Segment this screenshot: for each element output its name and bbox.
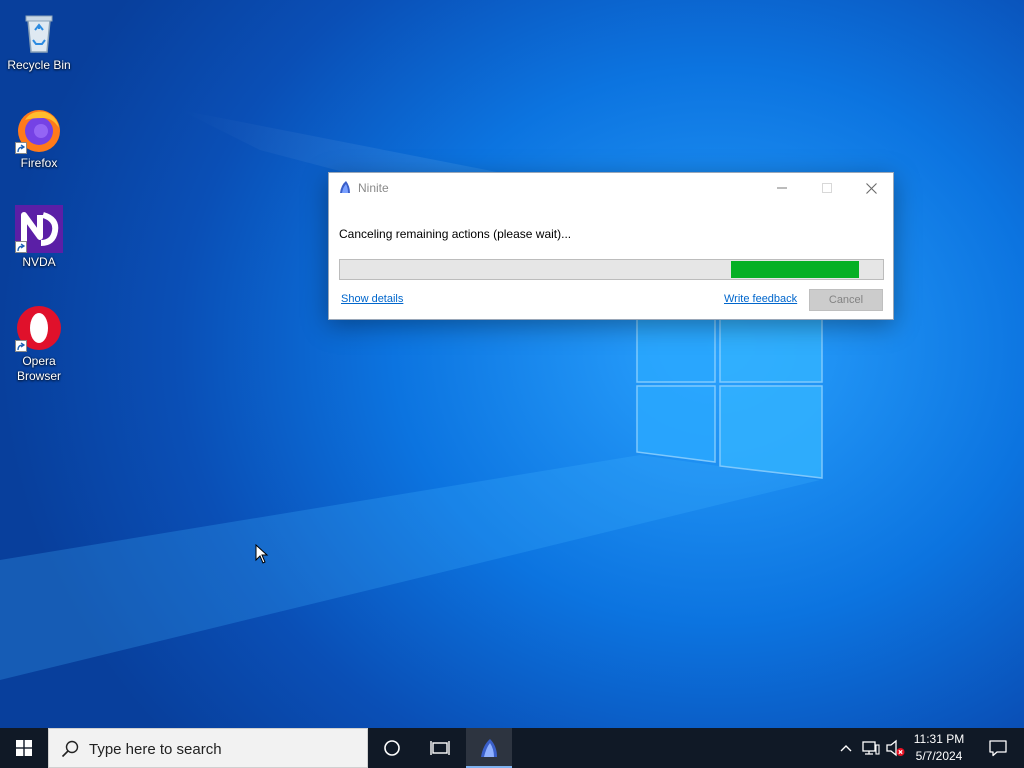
status-message: Canceling remaining actions (please wait…	[339, 227, 572, 241]
recycle-bin-icon	[15, 8, 63, 56]
search-placeholder: Type here to search	[89, 741, 222, 758]
firefox-icon	[15, 106, 63, 154]
ninite-taskbar-icon	[481, 739, 497, 757]
opera-icon	[15, 304, 63, 352]
chevron-up-icon	[840, 745, 852, 752]
desktop-icon-recycle-bin[interactable]: Recycle Bin	[4, 8, 74, 73]
ninite-window: Ninite Canceling remaining actions (plea…	[328, 172, 894, 320]
write-feedback-link[interactable]: Write feedback	[724, 293, 797, 305]
show-details-link[interactable]: Show details	[341, 293, 403, 305]
desktop-icon-label: Firefox	[20, 156, 58, 170]
notification-icon	[989, 740, 1007, 757]
cortana-circle-icon	[384, 740, 400, 756]
maximize-button[interactable]	[804, 173, 849, 203]
desktop-icon-firefox[interactable]: Firefox	[4, 106, 74, 171]
minimize-button[interactable]	[759, 173, 804, 203]
desktop-icon-label: NVDA	[22, 255, 56, 269]
cortana-button[interactable]	[368, 728, 416, 768]
taskbar-search-box[interactable]: Type here to search	[48, 728, 368, 768]
windows-start-icon	[16, 740, 32, 756]
wallpaper-light-beams	[0, 110, 823, 680]
taskbar-ninite-app[interactable]	[466, 728, 512, 768]
close-icon	[866, 182, 877, 194]
desktop-icon-label: Recycle Bin	[7, 58, 71, 72]
mouse-cursor-icon	[255, 544, 269, 564]
network-icon	[862, 741, 880, 755]
show-hidden-icons-button[interactable]	[836, 728, 856, 768]
clock-time: 11:31 PM	[913, 732, 965, 746]
minimize-icon	[776, 187, 787, 189]
ninite-app-icon	[338, 180, 352, 199]
desktop-icon-nvda[interactable]: NVDA	[4, 205, 74, 270]
network-tray-button[interactable]	[860, 728, 882, 768]
windows-logo-wallpaper	[636, 317, 823, 479]
taskbar: Type here to search 11:31 PM 5/7/2024	[0, 728, 1024, 768]
action-center-button[interactable]	[975, 728, 1021, 768]
desktop-icon-label: Opera Browser	[16, 354, 61, 383]
start-button[interactable]	[0, 728, 48, 768]
shortcut-arrow-icon	[15, 142, 27, 154]
task-view-button[interactable]	[416, 728, 464, 768]
taskbar-clock[interactable]: 11:31 PM 5/7/2024	[905, 731, 973, 765]
desktop-icon-opera[interactable]: Opera Browser	[4, 304, 74, 384]
window-title: Ninite	[358, 181, 389, 195]
clock-date: 5/7/2024	[915, 749, 963, 763]
maximize-icon	[821, 183, 832, 193]
shortcut-arrow-icon	[15, 241, 27, 253]
search-icon	[61, 740, 79, 758]
shortcut-arrow-icon	[15, 340, 27, 352]
volume-tray-button[interactable]	[884, 728, 906, 768]
progress-fill	[731, 261, 859, 278]
volume-muted-icon	[886, 739, 905, 757]
title-bar[interactable]: Ninite	[329, 173, 893, 203]
cancel-button[interactable]: Cancel	[809, 289, 883, 311]
nvda-icon	[15, 205, 63, 253]
close-button[interactable]	[849, 173, 894, 203]
progress-bar	[339, 259, 884, 280]
task-view-icon	[430, 741, 450, 755]
